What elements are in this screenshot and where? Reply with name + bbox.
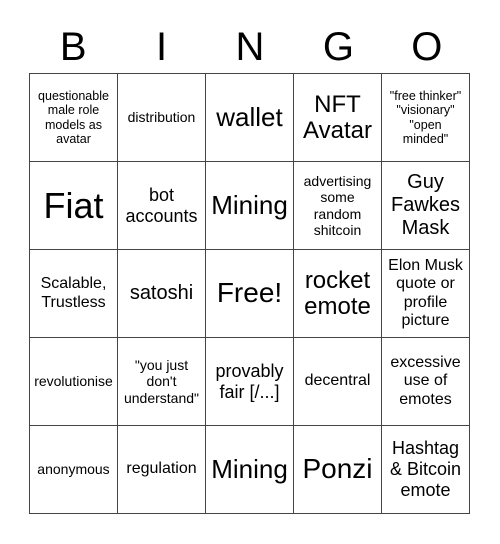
cell-text: excessive use of emotes <box>390 353 461 408</box>
cell-text: questionable male role models as avatar <box>38 88 109 146</box>
bingo-cell[interactable]: advertising some random shitcoin <box>294 162 382 250</box>
header-letter-b: B <box>59 25 87 69</box>
bingo-cell[interactable]: questionable male role models as avatar <box>30 74 118 162</box>
bingo-header: B I N G O <box>29 22 471 72</box>
cell-text: Ponzi <box>302 453 373 485</box>
cell-text: advertising some random shitcoin <box>303 173 372 238</box>
bingo-cell[interactable]: regulation <box>118 426 206 514</box>
bingo-card-grid: questionable male role models as avatar … <box>29 73 470 514</box>
bingo-cell[interactable]: excessive use of emotes <box>382 338 470 426</box>
cell-text: wallet <box>216 101 283 132</box>
bingo-cell[interactable]: NFT Avatar <box>294 74 382 162</box>
header-letter-g: G <box>322 25 354 69</box>
cell-text: bot accounts <box>125 184 198 226</box>
bingo-cell[interactable]: Elon Musk quote or profile picture <box>382 250 470 338</box>
cell-text: "you just don't understand" <box>123 357 200 406</box>
free-space-cell[interactable]: Free! <box>206 250 294 338</box>
cell-text: Mining <box>211 189 288 220</box>
bingo-cell[interactable]: wallet <box>206 74 294 162</box>
bingo-cell[interactable]: "you just don't understand" <box>118 338 206 426</box>
cell-text: Guy Fawkes Mask <box>391 171 460 239</box>
cell-text: revolutionise <box>34 373 113 390</box>
bingo-cell[interactable]: Mining <box>206 426 294 514</box>
cell-text: anonymous <box>37 461 110 478</box>
cell-text: satoshi <box>129 282 194 304</box>
cell-text: Fiat <box>43 184 104 226</box>
bingo-cell[interactable]: Fiat <box>30 162 118 250</box>
bingo-cell[interactable]: Ponzi <box>294 426 382 514</box>
bingo-cell[interactable]: Mining <box>206 162 294 250</box>
bingo-cell[interactable]: bot accounts <box>118 162 206 250</box>
bingo-cell[interactable]: "free thinker" "visionary" "open minded" <box>382 74 470 162</box>
cell-text: Elon Musk quote or profile picture <box>388 256 463 329</box>
header-letter-i: I <box>156 25 168 69</box>
bingo-cell[interactable]: rocket emote <box>294 250 382 338</box>
cell-text: Hashtag & Bitcoin emote <box>389 438 462 500</box>
cell-text: distribution <box>127 109 196 126</box>
cell-text: Free! <box>216 277 283 309</box>
cell-text: NFT Avatar <box>303 90 372 144</box>
cell-text: regulation <box>126 460 197 478</box>
cell-text: rocket emote <box>304 266 371 320</box>
bingo-cell[interactable]: revolutionise <box>30 338 118 426</box>
bingo-cell[interactable]: decentral <box>294 338 382 426</box>
bingo-cell[interactable]: Guy Fawkes Mask <box>382 162 470 250</box>
cell-text: "free thinker" "visionary" "open minded" <box>389 88 462 146</box>
cell-text: decentral <box>304 372 371 390</box>
header-letter-o: O <box>411 25 443 69</box>
bingo-cell[interactable]: Scalable, Trustless <box>30 250 118 338</box>
cell-text: provably fair [/...] <box>215 360 284 402</box>
bingo-cell[interactable]: Hashtag & Bitcoin emote <box>382 426 470 514</box>
bingo-cell[interactable]: anonymous <box>30 426 118 514</box>
bingo-cell[interactable]: satoshi <box>118 250 206 338</box>
header-letter-n: N <box>235 25 265 69</box>
cell-text: Scalable, Trustless <box>40 275 107 311</box>
bingo-cell[interactable]: provably fair [/...] <box>206 338 294 426</box>
bingo-cell[interactable]: distribution <box>118 74 206 162</box>
cell-text: Mining <box>211 453 288 484</box>
